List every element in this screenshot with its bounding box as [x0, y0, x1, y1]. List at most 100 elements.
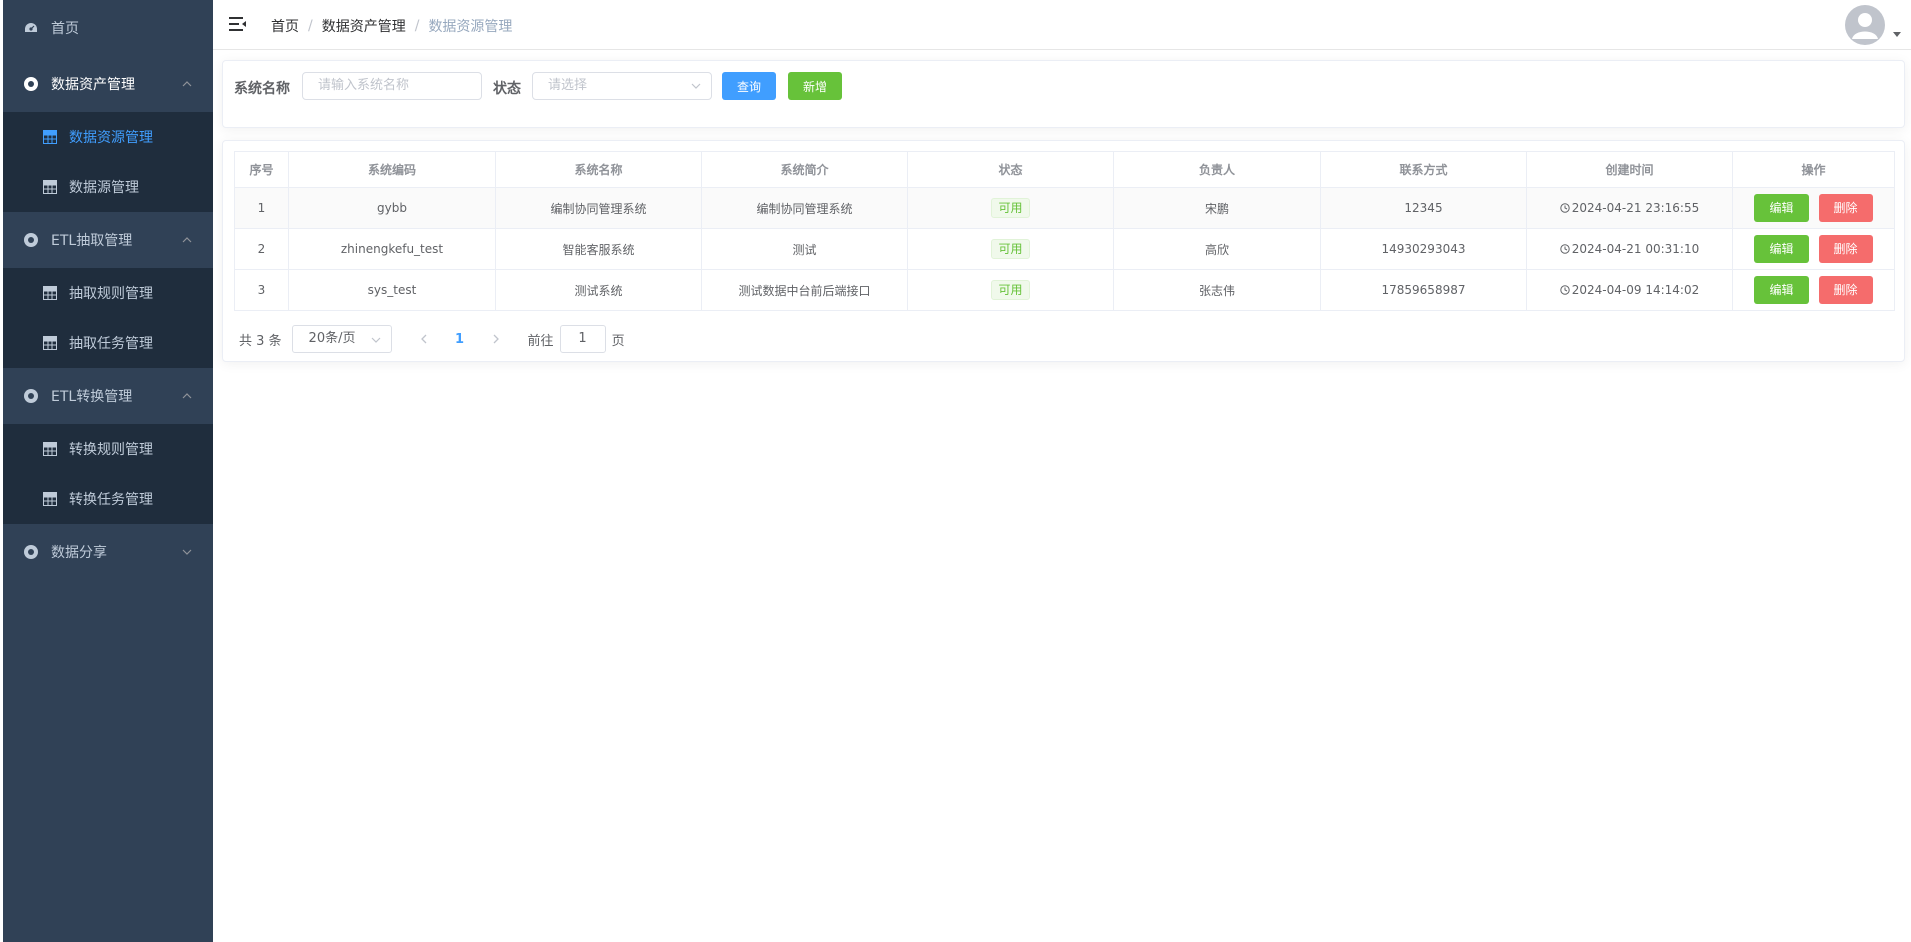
- chevron-up-icon: [182, 237, 192, 243]
- sidebar-group-etl-transform[interactable]: ETL转换管理: [3, 368, 213, 424]
- chevron-down-icon: [371, 337, 380, 343]
- goto-suffix: 页: [611, 333, 625, 349]
- cell-created: 2024-04-21 00:31:10: [1526, 228, 1733, 270]
- status-badge: 可用: [991, 198, 1030, 218]
- table-grid-icon: [43, 336, 57, 350]
- status-select[interactable]: 请选择: [532, 72, 712, 100]
- chevron-down-icon: [182, 549, 192, 555]
- cell-owner: 张志伟: [1113, 269, 1321, 311]
- cell-code: sys_test: [288, 269, 496, 311]
- breadcrumb-separator: /: [308, 18, 313, 34]
- cell-index: 2: [234, 228, 289, 270]
- cell-owner: 高欣: [1113, 228, 1321, 270]
- created-time: 2024-04-21 00:31:10: [1571, 242, 1700, 256]
- chevron-down-icon: [691, 83, 701, 89]
- column-header: 负责人: [1113, 151, 1321, 188]
- table-panel: 序号 系统编码 系统名称 系统简介 状态 负责人 联系方式 创建时间 操作 1 …: [222, 140, 1905, 362]
- sidebar-item-extract-rules[interactable]: 抽取规则管理: [3, 268, 213, 318]
- cell-status: 可用: [907, 269, 1114, 311]
- delete-button[interactable]: 删除: [1818, 235, 1873, 263]
- goto-page-input[interactable]: 1: [559, 325, 606, 353]
- cell-name: 智能客服系统: [495, 228, 702, 270]
- clock-icon: [1560, 244, 1570, 254]
- next-page-button[interactable]: [478, 325, 514, 353]
- column-header: 序号: [234, 151, 289, 188]
- sidebar-item-label: 转换任务管理: [69, 492, 153, 508]
- cell-created: 2024-04-09 14:14:02: [1526, 269, 1733, 311]
- sidebar-group-data-assets[interactable]: 数据资产管理: [3, 56, 213, 112]
- breadcrumb-current: 数据资源管理: [428, 19, 513, 35]
- data-resource-table: 序号 系统编码 系统名称 系统简介 状态 负责人 联系方式 创建时间 操作 1 …: [234, 151, 1895, 311]
- sidebar-item-extract-tasks[interactable]: 抽取任务管理: [3, 318, 213, 368]
- column-header: 联系方式: [1320, 151, 1527, 188]
- status-badge: 可用: [991, 280, 1030, 300]
- breadcrumb: 首页 / 数据资产管理 / 数据资源管理: [271, 16, 512, 36]
- cell-name: 编制协同管理系统: [495, 187, 702, 229]
- column-header: 系统编码: [288, 151, 496, 188]
- goto-prefix: 前往: [527, 333, 554, 349]
- sidebar-item-label: 首页: [51, 21, 79, 37]
- compass-icon: [23, 76, 39, 92]
- sidebar-group-label: 数据资产管理: [51, 77, 135, 93]
- caret-down-icon[interactable]: [1893, 32, 1901, 37]
- sidebar-item-label: 数据源管理: [69, 180, 139, 196]
- table-row: 3 sys_test 测试系统 测试数据中台前后端接口 可用 张志伟 17859…: [234, 269, 1895, 311]
- sidebar-item-data-resource[interactable]: 数据资源管理: [3, 112, 213, 162]
- sidebar-item-transform-rules[interactable]: 转换规则管理: [3, 424, 213, 474]
- chevron-right-icon: [493, 334, 499, 344]
- sidebar-item-data-source[interactable]: 数据源管理: [3, 162, 213, 212]
- prev-page-button[interactable]: [406, 325, 442, 353]
- submenu-etl-extract: 抽取规则管理 抽取任务管理: [3, 268, 213, 368]
- column-header: 状态: [907, 151, 1114, 188]
- system-name-label: 系统名称: [234, 81, 290, 97]
- table-grid-icon: [43, 286, 57, 300]
- status-badge: 可用: [991, 239, 1030, 259]
- page-size-value: 20条/页: [308, 331, 356, 346]
- page-size-select[interactable]: 20条/页: [291, 325, 392, 353]
- edit-button[interactable]: 编辑: [1754, 235, 1809, 263]
- submenu-data-assets: 数据资源管理 数据源管理: [3, 112, 213, 212]
- cell-contact: 17859658987: [1320, 269, 1527, 311]
- table-grid-icon: [43, 442, 57, 456]
- cell-contact: 14930293043: [1320, 228, 1527, 270]
- sidebar: 首页 数据资产管理 数据资源管理 数据源管理 ETL抽取管理 抽取规则管理 抽取…: [3, 0, 213, 942]
- menu-fold-icon[interactable]: [229, 16, 247, 32]
- cell-status: 可用: [907, 228, 1114, 270]
- sidebar-item-home[interactable]: 首页: [3, 0, 213, 56]
- cell-intro: 测试数据中台前后端接口: [701, 269, 908, 311]
- sidebar-item-label: 数据资源管理: [69, 130, 153, 146]
- cell-index: 3: [234, 269, 289, 311]
- breadcrumb-data-assets[interactable]: 数据资产管理: [322, 16, 406, 36]
- status-select-placeholder: 请选择: [548, 78, 588, 93]
- column-header: 操作: [1732, 151, 1895, 188]
- cell-contact: 12345: [1320, 187, 1527, 229]
- sidebar-item-label: 抽取规则管理: [69, 286, 153, 302]
- table-grid-icon: [43, 130, 57, 144]
- breadcrumb-home[interactable]: 首页: [271, 16, 299, 36]
- cell-status: 可用: [907, 187, 1114, 229]
- query-button[interactable]: 查询: [722, 72, 777, 100]
- app-root: 首页 数据资产管理 数据资源管理 数据源管理 ETL抽取管理 抽取规则管理 抽取…: [0, 0, 1911, 942]
- cell-owner: 宋鹏: [1113, 187, 1321, 229]
- avatar[interactable]: [1845, 5, 1885, 45]
- cell-intro: 编制协同管理系统: [701, 187, 908, 229]
- sidebar-group-etl-extract[interactable]: ETL抽取管理: [3, 212, 213, 268]
- page-number[interactable]: 1: [442, 325, 478, 353]
- status-label: 状态: [493, 81, 521, 97]
- cell-intro: 测试: [701, 228, 908, 270]
- delete-button[interactable]: 删除: [1818, 276, 1873, 304]
- system-name-input[interactable]: 请输入系统名称: [302, 72, 482, 100]
- chevron-up-icon: [182, 393, 192, 399]
- created-time: 2024-04-09 14:14:02: [1571, 283, 1700, 297]
- add-button[interactable]: 新增: [788, 72, 843, 100]
- cell-code: gybb: [288, 187, 496, 229]
- edit-button[interactable]: 编辑: [1754, 194, 1809, 222]
- page-jumper: 前往 1 页: [528, 325, 625, 353]
- chevron-up-icon: [182, 81, 192, 87]
- dashboard-icon: [23, 20, 39, 36]
- column-header: 系统简介: [701, 151, 908, 188]
- delete-button[interactable]: 删除: [1818, 194, 1873, 222]
- sidebar-group-data-share[interactable]: 数据分享: [3, 524, 213, 580]
- edit-button[interactable]: 编辑: [1754, 276, 1809, 304]
- sidebar-item-transform-tasks[interactable]: 转换任务管理: [3, 474, 213, 524]
